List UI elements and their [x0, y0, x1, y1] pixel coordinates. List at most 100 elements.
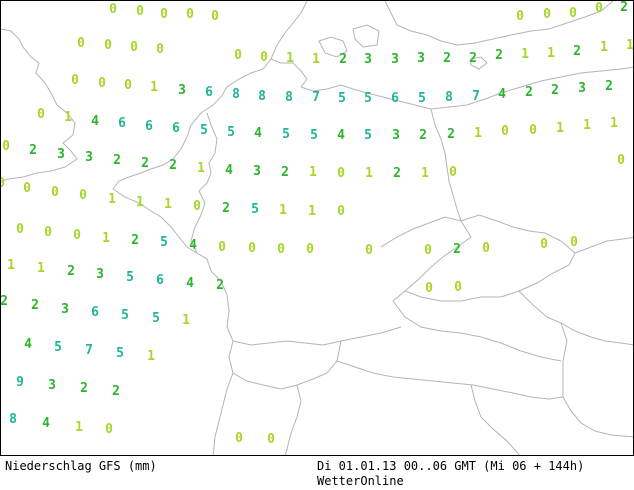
precip-value: 1 — [312, 52, 320, 67]
precip-value: 3 — [85, 150, 93, 165]
precip-value: 0 — [130, 40, 138, 55]
precip-value: 2 — [113, 153, 121, 168]
precip-value: 1 — [365, 166, 373, 181]
precip-value: 2 — [281, 165, 289, 180]
precip-value: 2 — [605, 79, 613, 94]
precip-value: 2 — [112, 384, 120, 399]
precip-value: 0 — [365, 243, 373, 258]
precip-value: 4 — [498, 87, 506, 102]
map-canvas: 0 0 0 0 0 0 0 0 0 2 0 0 0 0 0 0 1 1 2 3 3 3 2 2 2 1 1 2 1 1 0 0 0 1 3 6 8 8 8 7… — [1, 1, 633, 455]
precip-value: 5 — [282, 127, 290, 142]
precip-value: 6 — [156, 273, 164, 288]
precip-value: 8 — [9, 412, 17, 427]
precip-value: 4 — [225, 163, 233, 178]
precip-value: 2 — [469, 51, 477, 66]
precip-value: 3 — [61, 302, 69, 317]
precip-value: 0 — [617, 153, 625, 168]
precip-value: 0 — [454, 280, 462, 295]
precip-value: 7 — [312, 90, 320, 105]
precip-value: 2 — [453, 242, 461, 257]
precip-value: 1 — [521, 47, 529, 62]
precip-value: 0 — [79, 188, 87, 203]
precip-value: 0 — [37, 107, 45, 122]
precip-value: 0 — [73, 228, 81, 243]
precip-value: 8 — [258, 89, 266, 104]
precip-value: 2 — [216, 278, 224, 293]
precip-value: 7 — [472, 89, 480, 104]
precip-value: 5 — [54, 340, 62, 355]
precip-value: 3 — [364, 52, 372, 67]
precip-value: 1 — [136, 195, 144, 210]
precip-value: 2 — [29, 143, 37, 158]
precip-value: 1 — [421, 166, 429, 181]
map-footer: Niederschlag GFS (mm) Di 01.01.13 00..06… — [0, 456, 634, 490]
precip-value: 2 — [31, 298, 39, 313]
precip-value: 6 — [118, 116, 126, 131]
precip-value: 0 — [71, 73, 79, 88]
precip-value: 2 — [620, 1, 628, 15]
precip-value: 1 — [308, 204, 316, 219]
precip-value: 2 — [169, 158, 177, 173]
precip-value: 0 — [44, 225, 52, 240]
precip-value: 8 — [285, 90, 293, 105]
precip-value: 5 — [152, 311, 160, 326]
precip-value: 6 — [205, 85, 213, 100]
precip-value: 2 — [393, 166, 401, 181]
precip-value: 4 — [189, 238, 197, 253]
precip-value: 0 — [260, 50, 268, 65]
precip-value: 0 — [98, 76, 106, 91]
precip-value: 3 — [57, 147, 65, 162]
precip-value: 0 — [501, 124, 509, 139]
precip-value: 0 — [186, 7, 194, 22]
precip-value: 0 — [482, 241, 490, 256]
precip-value: 1 — [279, 203, 287, 218]
precip-value: 2 — [419, 128, 427, 143]
precip-value: 0 — [449, 165, 457, 180]
precip-value: 0 — [104, 38, 112, 53]
precip-value: 5 — [116, 346, 124, 361]
precip-value: 2 — [339, 52, 347, 67]
precip-value: 8 — [232, 87, 240, 102]
provider-name: WetterOnline — [317, 474, 404, 488]
precip-value: 1 — [7, 258, 15, 273]
precip-value: 2 — [495, 48, 503, 63]
precip-value: 0 — [424, 243, 432, 258]
precipitation-map: 0 0 0 0 0 0 0 0 0 2 0 0 0 0 0 0 1 1 2 3 3 3 2 2 2 1 1 2 1 1 0 0 0 1 3 6 8 8 8 7… — [0, 0, 634, 456]
precip-value: 1 — [309, 165, 317, 180]
precip-value: 3 — [391, 52, 399, 67]
precip-value: 5 — [251, 202, 259, 217]
precip-value: 5 — [126, 270, 134, 285]
precip-value: 7 — [85, 343, 93, 358]
precip-value: 4 — [42, 416, 50, 431]
precip-value: 0 — [193, 199, 201, 214]
precip-value: 2 — [443, 51, 451, 66]
precip-value: 0 — [2, 139, 10, 154]
precip-value: 2 — [141, 156, 149, 171]
precip-value: 8 — [445, 90, 453, 105]
precip-value: 0 — [570, 235, 578, 250]
precip-value: 0 — [337, 204, 345, 219]
precip-value: 0 — [109, 2, 117, 17]
precip-value: 1 — [108, 192, 116, 207]
precip-value: 6 — [391, 91, 399, 106]
precip-value: 6 — [172, 121, 180, 136]
precip-value: 0 — [77, 36, 85, 51]
precip-value: 2 — [525, 85, 533, 100]
map-title: Niederschlag GFS (mm) — [5, 459, 157, 473]
precip-value: 0 — [105, 422, 113, 437]
precip-value: 0 — [235, 431, 243, 446]
precip-value: 2 — [1, 294, 8, 309]
precip-value: 1 — [547, 46, 555, 61]
precip-value: 4 — [337, 128, 345, 143]
precip-value: 0 — [569, 6, 577, 21]
precip-value: 1 — [286, 51, 294, 66]
precip-value: 1 — [610, 116, 618, 131]
precip-value: 0 — [540, 237, 548, 252]
precip-value: 2 — [131, 233, 139, 248]
precip-value: 1 — [556, 121, 564, 136]
precip-value: 5 — [364, 128, 372, 143]
precip-value: 3 — [417, 51, 425, 66]
precip-value: 5 — [418, 91, 426, 106]
precip-value: 6 — [91, 305, 99, 320]
precip-value: 1 — [600, 40, 608, 55]
